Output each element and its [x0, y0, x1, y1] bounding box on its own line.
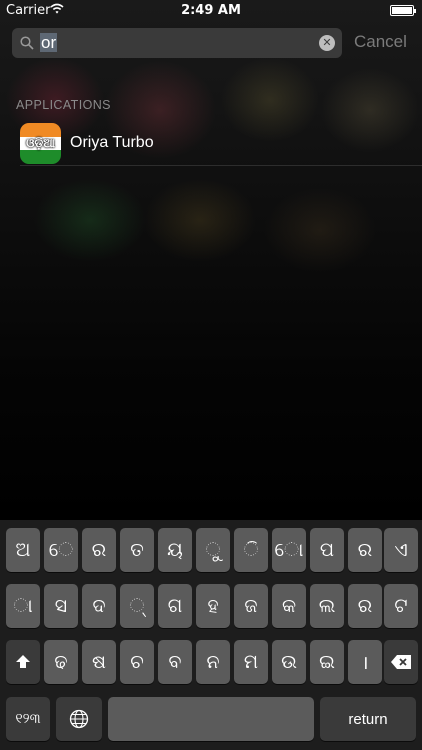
search-input[interactable]: or [40, 33, 58, 53]
blurred-background [0, 0, 422, 520]
key-label: return [348, 710, 388, 728]
key-r2-7[interactable]: ଜ [234, 584, 268, 628]
key-r2-11[interactable]: ଟ [384, 584, 418, 628]
key-r2-10[interactable]: ର [348, 584, 382, 628]
globe-key[interactable] [56, 697, 102, 741]
key-r1-10[interactable]: ର [348, 528, 382, 572]
search-query-selected: or [40, 33, 58, 52]
key-r3-9[interactable]: । [348, 640, 382, 684]
key-label: ଢ [54, 651, 68, 673]
key-r1-8[interactable]: ୋ [272, 528, 306, 572]
keyboard: ଅ େ ର ତ ୟ ୁ ି ୋ ପ ର ଏ ା ସ ଦ ୍ ଗ ହ ଜ କ ଲ … [0, 520, 422, 750]
key-label: ୍ [129, 595, 145, 617]
status-time: 2:49 AM [181, 3, 241, 18]
key-label: ି [243, 539, 259, 561]
key-label: ଜ [244, 595, 258, 617]
key-r1-5[interactable]: ୟ [158, 528, 192, 572]
key-label: ଅ [15, 539, 31, 561]
key-label: ସ [54, 595, 68, 617]
key-label: ର [357, 539, 373, 561]
key-label: ୁ [205, 539, 221, 561]
key-label: ବ [168, 651, 182, 673]
key-label: ଦ [92, 595, 106, 617]
key-label: ଇ [319, 651, 335, 673]
key-r3-7[interactable]: ଉ [272, 640, 306, 684]
search-icon [20, 36, 34, 50]
oriya-turbo-app-icon: ଓଡ଼ିଆ [20, 123, 61, 164]
key-label: । [361, 652, 369, 674]
key-label: ଷ [91, 651, 107, 673]
key-label: ମ [243, 651, 259, 673]
key-r1-1[interactable]: ଅ [6, 528, 40, 572]
key-label: ଟ [394, 595, 408, 617]
key-label: ଗ [167, 595, 183, 617]
key-label: ତ [130, 539, 144, 561]
key-r2-4[interactable]: ୍ [120, 584, 154, 628]
result-item-label: Oriya Turbo [70, 134, 154, 151]
clear-search-icon[interactable]: ✕ [319, 35, 335, 51]
key-label: ଉ [281, 651, 297, 673]
key-label: ପ [319, 539, 335, 561]
key-r3-6[interactable]: ମ [234, 640, 268, 684]
key-r2-9[interactable]: ଲ [310, 584, 344, 628]
space-key[interactable] [108, 697, 314, 741]
battery-icon [390, 5, 416, 16]
key-label: ୧୨୩ [15, 711, 41, 727]
key-r1-11[interactable]: ଏ [384, 528, 418, 572]
key-label: ଲ [318, 595, 336, 617]
key-label: ଚ [130, 651, 144, 673]
app-icon-label: ଓଡ଼ିଆ [26, 136, 55, 150]
key-r2-5[interactable]: ଗ [158, 584, 192, 628]
key-label: ୟ [167, 539, 183, 561]
key-r1-6[interactable]: ୁ [196, 528, 230, 572]
section-header-applications: APPLICATIONS [16, 98, 111, 112]
key-r1-9[interactable]: ପ [310, 528, 344, 572]
key-r1-2[interactable]: େ [44, 528, 78, 572]
delete-key[interactable] [384, 640, 418, 684]
return-key[interactable]: return [320, 697, 416, 741]
key-r1-4[interactable]: ତ [120, 528, 154, 572]
key-label: ା [13, 595, 33, 617]
key-r3-1[interactable]: ଢ [44, 640, 78, 684]
cancel-button[interactable]: Cancel [354, 32, 407, 52]
key-r3-3[interactable]: ଚ [120, 640, 154, 684]
key-label: ନ [206, 651, 220, 673]
key-r3-4[interactable]: ବ [158, 640, 192, 684]
delete-icon [391, 655, 411, 669]
key-r1-3[interactable]: ର [82, 528, 116, 572]
shift-key[interactable] [6, 640, 40, 684]
row-divider [20, 165, 422, 166]
key-r2-8[interactable]: କ [272, 584, 306, 628]
key-r3-8[interactable]: ଇ [310, 640, 344, 684]
status-bar: Carrier 2:49 AM [0, 0, 422, 22]
key-r2-2[interactable]: ସ [44, 584, 78, 628]
key-r2-6[interactable]: ହ [196, 584, 230, 628]
shift-icon [16, 655, 30, 668]
numbers-key[interactable]: ୧୨୩ [6, 697, 50, 741]
key-label: ହ [207, 595, 219, 617]
key-label: ର [91, 539, 107, 561]
result-item-oriya-turbo[interactable]: ଓଡ଼ିଆ Oriya Turbo [0, 118, 422, 166]
key-label: େ [48, 539, 74, 561]
key-r3-2[interactable]: ଷ [82, 640, 116, 684]
key-r1-7[interactable]: ି [234, 528, 268, 572]
globe-icon [69, 709, 89, 729]
key-label: ର [357, 595, 373, 617]
key-label: କ [281, 595, 297, 617]
key-label: ୋ [274, 539, 304, 561]
key-label: ଏ [394, 539, 408, 561]
key-r2-1[interactable]: ା [6, 584, 40, 628]
key-r3-5[interactable]: ନ [196, 640, 230, 684]
search-bar[interactable]: or ✕ [12, 28, 342, 58]
key-r2-3[interactable]: ଦ [82, 584, 116, 628]
